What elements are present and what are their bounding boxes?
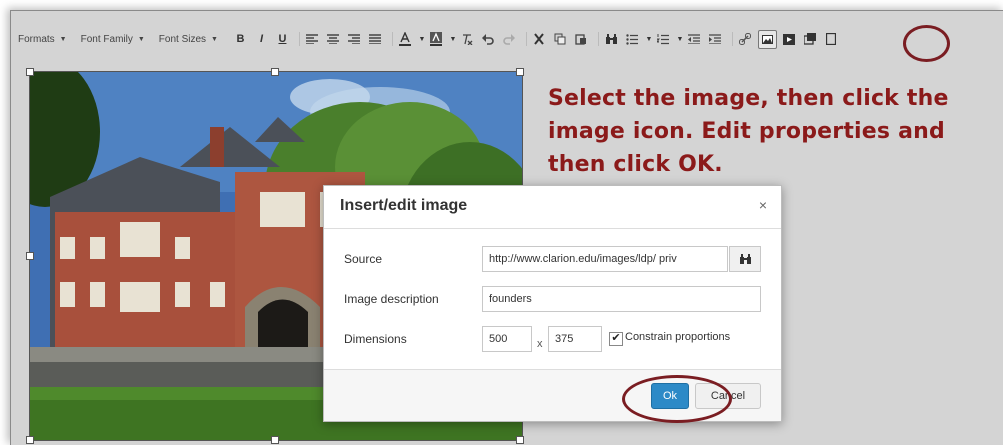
- toolbar-divider: [597, 32, 599, 46]
- font-family-dropdown[interactable]: Font Family ▼: [81, 34, 145, 45]
- browse-icon: [739, 254, 751, 264]
- undo-icon[interactable]: [480, 31, 497, 48]
- cut-icon[interactable]: [531, 31, 548, 48]
- bold-label: B: [236, 33, 245, 45]
- link-icon[interactable]: [737, 31, 754, 48]
- toolbar-divider: [391, 32, 393, 46]
- find-replace-icon[interactable]: [603, 31, 620, 48]
- source-input[interactable]: http://www.clarion.edu/images/ldp/ priv: [482, 246, 728, 272]
- indent-icon[interactable]: [707, 31, 724, 48]
- underline-button[interactable]: U: [274, 31, 291, 48]
- resize-handle[interactable]: [516, 68, 524, 76]
- chevron-down-icon[interactable]: ▼: [418, 31, 426, 48]
- resize-handle[interactable]: [516, 436, 524, 444]
- underline-label: U: [278, 33, 287, 45]
- bullet-list-icon[interactable]: [624, 31, 641, 48]
- font-sizes-label: Font Sizes: [158, 33, 207, 45]
- formats-dropdown[interactable]: Formats ▼: [18, 34, 67, 45]
- outdent-icon[interactable]: [686, 31, 703, 48]
- resize-handle[interactable]: [26, 436, 34, 444]
- constrain-proportions-label: Constrain proportions: [625, 331, 731, 343]
- background-color-icon[interactable]: [428, 31, 445, 48]
- constrain-proportions-checkbox[interactable]: ✔: [609, 332, 623, 346]
- chevron-down-icon: ▼: [137, 35, 145, 43]
- paste-icon[interactable]: [573, 31, 590, 48]
- align-center-icon[interactable]: [325, 31, 342, 48]
- instruction-text: Select the image, then click the image i…: [548, 86, 949, 177]
- chevron-down-icon[interactable]: ▼: [645, 31, 653, 48]
- source-label: Source: [344, 252, 383, 266]
- redo-icon[interactable]: [501, 31, 518, 48]
- formats-label: Formats: [18, 33, 55, 45]
- numbered-list-icon[interactable]: [655, 31, 672, 48]
- editor-toolbar: Formats ▼ Font Family ▼ Font Sizes ▼ B I…: [18, 26, 1003, 52]
- resize-handle[interactable]: [26, 252, 34, 260]
- ok-button[interactable]: Ok: [651, 383, 689, 409]
- copy-icon[interactable]: [552, 31, 569, 48]
- italic-label: I: [259, 33, 263, 45]
- align-right-icon[interactable]: [346, 31, 363, 48]
- media-icon[interactable]: [781, 31, 798, 48]
- chevron-down-icon: ▼: [211, 35, 218, 43]
- dimension-separator: x: [537, 338, 543, 350]
- preview-icon[interactable]: [802, 31, 819, 48]
- toolbar-divider: [731, 32, 733, 46]
- italic-button[interactable]: I: [253, 31, 270, 48]
- insert-edit-image-dialog: Insert/edit image × Source http://www.cl…: [323, 185, 782, 422]
- resize-handle[interactable]: [271, 68, 279, 76]
- toolbar-divider: [525, 32, 527, 46]
- font-family-label: Font Family: [80, 33, 133, 45]
- font-sizes-dropdown[interactable]: Font Sizes ▼: [159, 34, 218, 45]
- height-input[interactable]: 375: [548, 326, 602, 352]
- bold-button[interactable]: B: [232, 31, 249, 48]
- clear-formatting-icon[interactable]: [459, 31, 476, 48]
- width-input[interactable]: 500: [482, 326, 532, 352]
- image-description-input[interactable]: founders: [482, 286, 761, 312]
- toolbar-divider: [298, 32, 300, 46]
- image-icon[interactable]: [757, 29, 777, 49]
- chevron-down-icon: ▼: [59, 35, 67, 43]
- align-left-icon[interactable]: [304, 31, 321, 48]
- resize-handle[interactable]: [26, 68, 34, 76]
- align-justify-icon[interactable]: [367, 31, 384, 48]
- text-color-icon[interactable]: [397, 31, 414, 48]
- dialog-title: Insert/edit image: [340, 197, 468, 214]
- chevron-down-icon[interactable]: ▼: [449, 31, 457, 48]
- cancel-button[interactable]: Cancel: [695, 383, 761, 409]
- fullscreen-icon[interactable]: [823, 31, 840, 48]
- resize-handle[interactable]: [271, 436, 279, 444]
- image-description-label: Image description: [344, 292, 439, 306]
- chevron-down-icon[interactable]: ▼: [676, 31, 684, 48]
- dimensions-label: Dimensions: [344, 332, 407, 346]
- browse-button[interactable]: [729, 246, 761, 272]
- close-icon[interactable]: ×: [759, 197, 767, 213]
